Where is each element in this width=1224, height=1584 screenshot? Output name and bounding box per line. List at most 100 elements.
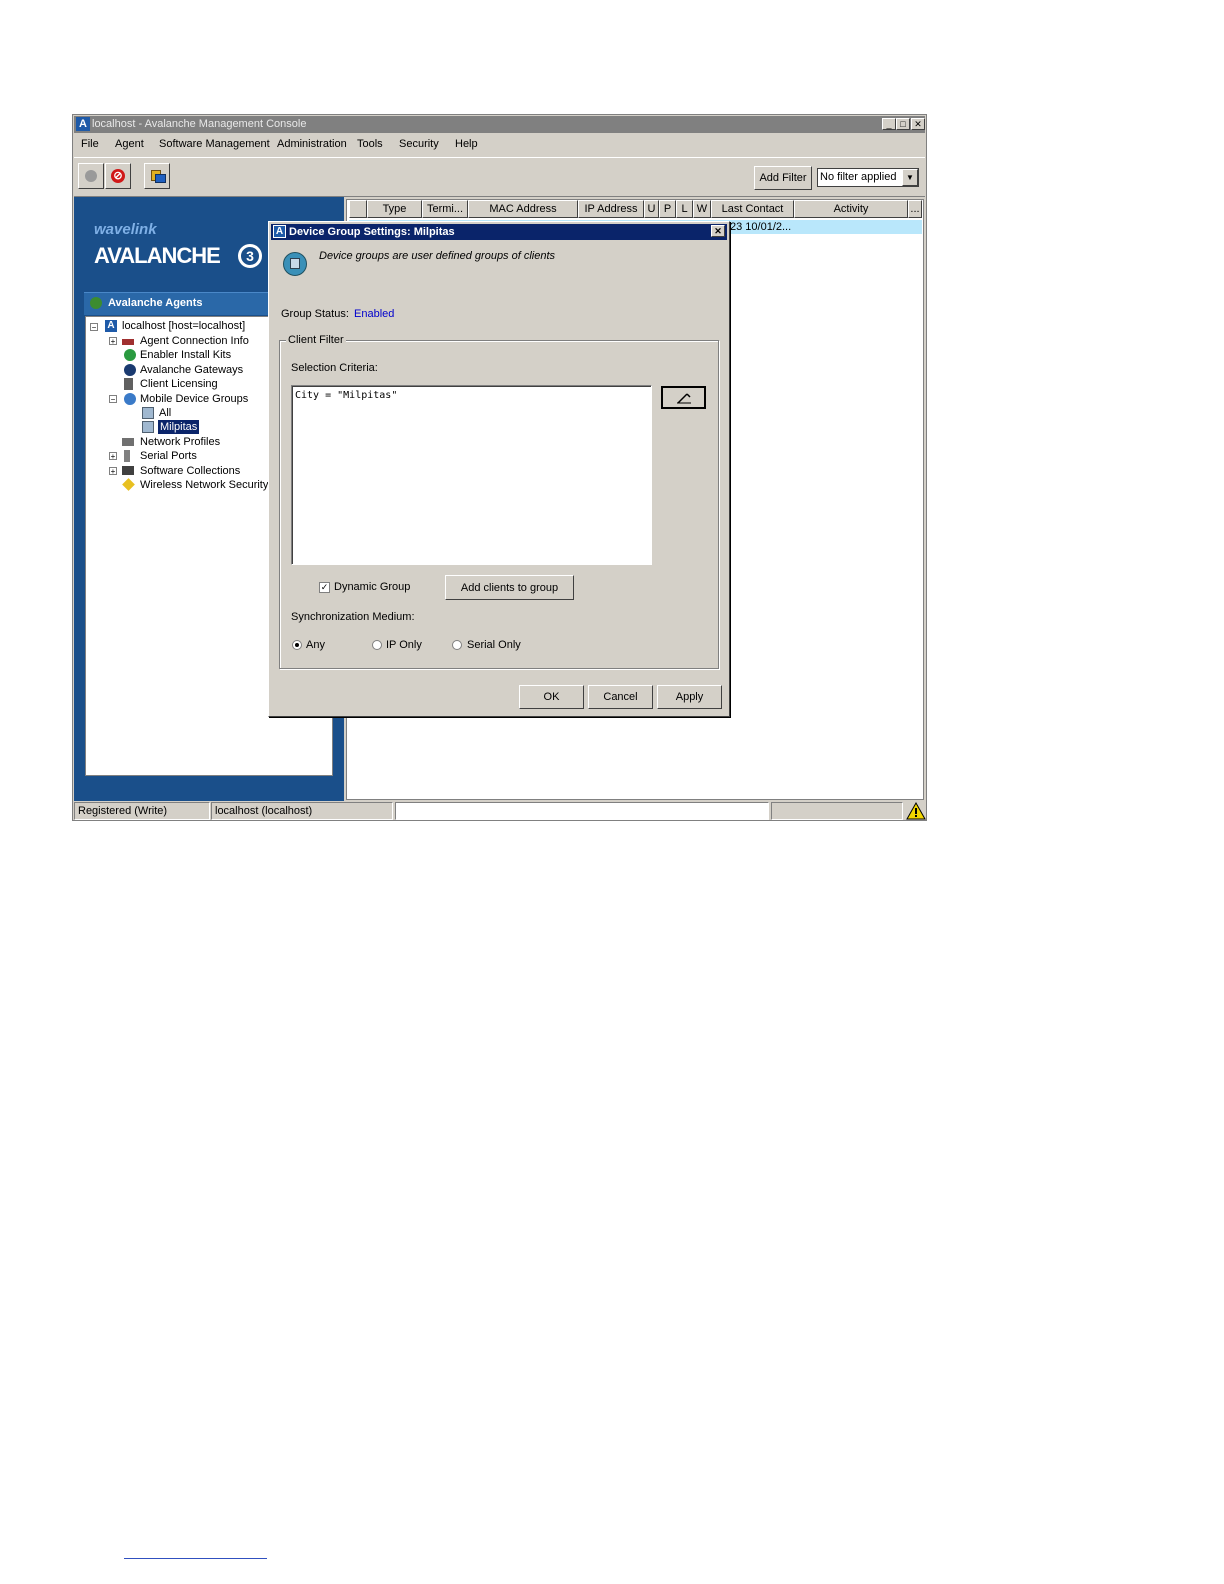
kit-icon (124, 349, 136, 361)
tree-item-label: Wireless Network Security (140, 479, 269, 491)
column-chooser-button[interactable]: ... (908, 200, 922, 218)
gateway-icon (124, 364, 136, 376)
tree-item-label-selected: Milpitas (158, 420, 200, 434)
wavelink-logo-text: wavelink (94, 221, 157, 238)
avalanche-app-icon: A (76, 117, 90, 131)
license-icon (124, 378, 133, 390)
menu-tools[interactable]: Tools (357, 138, 383, 150)
column-header-ip-address[interactable]: IP Address (578, 200, 644, 218)
radio-serial-only-label: Serial Only (467, 639, 521, 651)
stop-icon (85, 170, 97, 182)
disconnect-button[interactable]: ⊘ (105, 163, 131, 189)
expand-icon[interactable]: + (109, 337, 117, 346)
agent-icon (90, 297, 102, 309)
selection-criteria-text: City = "Milpitas" (295, 390, 398, 401)
add-filter-button[interactable]: Add Filter (754, 166, 812, 190)
console-button[interactable] (144, 163, 170, 189)
cancel-button[interactable]: Cancel (588, 685, 653, 709)
menu-agent[interactable]: Agent (115, 138, 144, 150)
tree-item-label: Network Profiles (140, 436, 221, 448)
network-icon (122, 438, 134, 446)
dynamic-group-checkbox[interactable]: ✓ (319, 582, 330, 593)
apply-button[interactable]: Apply (657, 685, 722, 709)
column-header-u[interactable]: U (644, 200, 659, 218)
tree-item-label: Software Collections (140, 465, 241, 477)
selection-criteria-textarea[interactable]: City = "Milpitas" (291, 385, 652, 565)
minimize-button[interactable]: _ (882, 118, 896, 130)
column-header-mac-address[interactable]: MAC Address (468, 200, 578, 218)
dialog-titlebar[interactable]: A Device Group Settings: Milpitas ✕ (271, 224, 727, 240)
device-group-settings-dialog: A Device Group Settings: Milpitas ✕ Devi… (268, 221, 730, 717)
dialog-description: Device groups are user defined groups of… (319, 250, 556, 262)
window-title: localhost - Avalanche Management Console (92, 118, 307, 130)
collapse-root-icon[interactable]: − (90, 323, 98, 332)
collapse-icon[interactable]: − (109, 395, 117, 404)
add-clients-to-group-button[interactable]: Add clients to group (445, 575, 574, 600)
radio-any[interactable] (292, 640, 302, 650)
tree-item-label: Agent Connection Info (140, 335, 249, 347)
key-icon (122, 478, 135, 491)
client-filter-label: Client Filter (286, 334, 346, 346)
menu-administration[interactable]: Administration (277, 138, 347, 150)
software-icon (122, 466, 134, 475)
expand-icon[interactable]: + (109, 452, 117, 461)
menu-file[interactable]: File (81, 138, 99, 150)
tree-item-label: Enabler Install Kits (140, 349, 232, 361)
maximize-button[interactable]: □ (896, 118, 910, 130)
menu-help[interactable]: Help (455, 138, 478, 150)
column-header-type[interactable]: Type (367, 200, 422, 218)
status-message (395, 802, 769, 820)
avalanche-icon: A (273, 225, 286, 238)
footer-rule (124, 1558, 267, 1559)
computer-icon (155, 174, 166, 183)
column-header-w[interactable]: W (693, 200, 711, 218)
menu-software-management[interactable]: Software Management (159, 138, 270, 150)
ok-button[interactable]: OK (519, 685, 584, 709)
device-group-icon (283, 252, 307, 276)
radio-serial-only[interactable] (452, 640, 462, 650)
expand-icon[interactable]: + (109, 467, 117, 476)
column-header-activity[interactable]: Activity (794, 200, 908, 218)
stop-button[interactable] (78, 163, 104, 189)
disconnect-icon: ⊘ (111, 169, 125, 183)
tree-item-label: Avalanche Gateways (140, 364, 244, 376)
tree-item-label: Mobile Device Groups (140, 393, 249, 405)
device-icon (142, 421, 154, 433)
column-header-l[interactable]: L (676, 200, 693, 218)
connection-icon (122, 339, 134, 345)
globe-icon (124, 393, 136, 405)
wizard-icon (676, 393, 691, 404)
status-host: localhost (localhost) (211, 802, 393, 820)
group-status-value: Enabled (354, 308, 395, 320)
tree-item-label: Serial Ports (140, 450, 197, 462)
group-status-label: Group Status: (281, 308, 349, 320)
chevron-down-icon[interactable]: ▼ (902, 169, 918, 186)
avalanche-icon: A (105, 320, 117, 332)
serial-port-icon (124, 450, 130, 462)
status-progress (771, 802, 903, 820)
menu-security[interactable]: Security (399, 138, 439, 150)
avalanche-logo-text: AVALANCHE (94, 243, 221, 268)
edit-criteria-button[interactable] (661, 386, 706, 409)
radio-ip-only[interactable] (372, 640, 382, 650)
filter-select[interactable]: No filter applied ▼ (817, 168, 919, 187)
toolbar: ⊘ Add Filter No filter applied ▼ (74, 157, 925, 197)
close-dialog-button[interactable]: ✕ (711, 225, 725, 237)
column-header[interactable] (349, 200, 367, 218)
dynamic-group-label: Dynamic Group (334, 581, 411, 593)
tree-root-label: localhost [host=localhost] (122, 320, 246, 332)
warning-icon[interactable] (906, 801, 926, 820)
window-titlebar[interactable]: A localhost - Avalanche Management Conso… (74, 116, 925, 133)
column-header-terminal[interactable]: Termi... (422, 200, 468, 218)
version-badge: 3 (238, 244, 262, 268)
dialog-title: Device Group Settings: Milpitas (289, 226, 455, 238)
close-window-button[interactable]: ✕ (911, 118, 925, 130)
agents-header-label: Avalanche Agents (108, 297, 203, 309)
column-header-last-contact[interactable]: Last Contact (711, 200, 794, 218)
table-cell-last-contact: 23 10/01/2... (730, 221, 792, 233)
tree-item-label: Client Licensing (140, 378, 218, 390)
column-header-p[interactable]: P (659, 200, 676, 218)
menubar: File Agent Software Management Administr… (74, 135, 925, 153)
radio-any-label: Any (306, 639, 325, 651)
radio-ip-only-label: IP Only (386, 639, 422, 651)
